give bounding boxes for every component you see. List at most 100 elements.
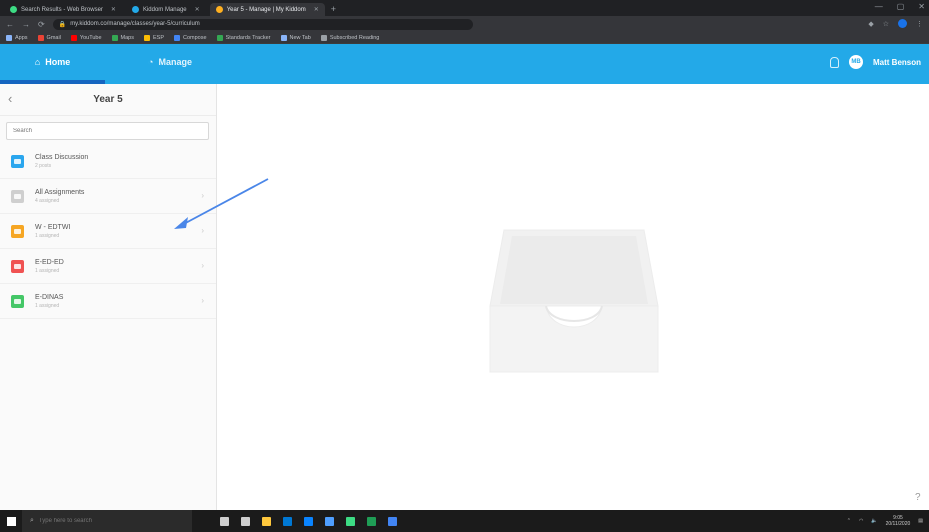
network-icon[interactable]: ◠ bbox=[859, 518, 863, 524]
tab-label: Year 5 - Manage | My Kiddom bbox=[226, 6, 306, 13]
bookmark-label: Apps bbox=[15, 34, 28, 41]
extension-icon[interactable]: ◆ bbox=[868, 20, 873, 28]
taskbar-app-icon[interactable] bbox=[388, 516, 397, 526]
tray-chevron-icon[interactable]: ⌃ bbox=[847, 518, 851, 524]
list-item[interactable]: W - EDTWI 1 assigned › bbox=[0, 214, 216, 249]
list-item-subtitle: 1 assigned bbox=[35, 232, 60, 239]
bookmark-label: Compose bbox=[183, 34, 207, 41]
taskbar-app-icon[interactable] bbox=[325, 516, 334, 526]
tab-favicon-icon bbox=[215, 6, 223, 13]
list-item-text: All Assignments 4 assigned bbox=[35, 189, 84, 204]
tab-favicon-icon bbox=[131, 6, 139, 13]
bookmark-item[interactable]: Maps bbox=[111, 34, 134, 41]
clock[interactable]: 9:05 20/11/2020 bbox=[886, 515, 911, 527]
bookmark-item[interactable]: Gmail bbox=[37, 34, 61, 41]
taskbar-search-input[interactable] bbox=[38, 518, 179, 524]
address-url: my.kiddom.co/manage/classes/year-5/curri… bbox=[70, 21, 200, 27]
bookmark-favicon-icon bbox=[280, 34, 287, 41]
list-item-title: All Assignments bbox=[35, 188, 85, 196]
minimize-icon[interactable]: — bbox=[875, 2, 883, 11]
list-item[interactable]: All Assignments 4 assigned › bbox=[0, 179, 216, 214]
list-item-subtitle: 1 assigned bbox=[35, 267, 60, 274]
taskbar-app-icon[interactable] bbox=[262, 516, 271, 526]
bookmark-favicon-icon bbox=[216, 34, 223, 41]
close-icon[interactable]: ✕ bbox=[111, 6, 116, 13]
tab-favicon-icon bbox=[10, 6, 17, 13]
bookmark-favicon-icon bbox=[111, 34, 118, 41]
volume-icon[interactable]: 🔈 bbox=[871, 518, 877, 524]
browser-tab-3[interactable]: Year 5 - Manage | My Kiddom ✕ bbox=[209, 3, 325, 16]
lock-icon: 🔒 bbox=[58, 21, 67, 28]
bookmark-item[interactable]: Subscribed Reading bbox=[320, 34, 380, 41]
sidebar-header: ‹ Year 5 bbox=[0, 84, 216, 116]
list-item-title: W - EDTWI bbox=[35, 223, 71, 231]
back-arrow-icon[interactable]: ← bbox=[6, 20, 14, 29]
taskbar-app-icon[interactable] bbox=[367, 516, 376, 526]
help-icon[interactable]: ? bbox=[915, 492, 921, 503]
bookmark-item[interactable]: New Tab bbox=[280, 34, 311, 41]
search-input[interactable] bbox=[13, 128, 193, 134]
browser-tab-strip: Search Results - Web Browser ✕ Kiddom Ma… bbox=[0, 0, 929, 16]
reload-icon[interactable]: ⟳ bbox=[38, 20, 45, 29]
close-window-icon[interactable]: ✕ bbox=[918, 2, 925, 11]
clock-date: 20/11/2020 bbox=[885, 521, 911, 527]
list-item-text: E-DINAS 1 assigned bbox=[35, 294, 63, 309]
search-icon: ⌕ bbox=[30, 517, 34, 524]
bookmark-label: Gmail bbox=[46, 34, 61, 41]
close-icon[interactable]: ✕ bbox=[195, 6, 200, 13]
taskbar-app-icon[interactable] bbox=[304, 516, 313, 526]
folder-icon bbox=[11, 224, 24, 238]
taskbar-app-icon[interactable] bbox=[346, 516, 355, 526]
nav-home-tab[interactable]: ⌂ Home bbox=[0, 44, 105, 80]
folder-icon bbox=[11, 154, 24, 168]
list-item-title: Class Discussion bbox=[35, 153, 89, 161]
browser-tab-2[interactable]: Kiddom Manage ✕ bbox=[126, 3, 206, 16]
bookmark-item[interactable]: Apps bbox=[6, 34, 28, 41]
bookmark-favicon-icon bbox=[144, 34, 150, 41]
os-taskbar: ⌕ ⌃ ◠ 🔈 9:05 20/11/2020 ▤ bbox=[0, 510, 929, 532]
bookmark-label: Subscribed Reading bbox=[329, 34, 380, 41]
list-item[interactable]: E-DINAS 1 assigned › bbox=[0, 284, 216, 319]
bookmark-label: ESP bbox=[153, 34, 165, 41]
sidebar-title: Year 5 bbox=[93, 94, 123, 105]
bookmark-item[interactable]: Compose bbox=[174, 34, 207, 41]
list-item-text: E-ED-ED 1 assigned bbox=[35, 259, 64, 274]
star-icon[interactable]: ☆ bbox=[883, 20, 889, 28]
chevron-right-icon: › bbox=[201, 191, 204, 200]
close-icon[interactable]: ✕ bbox=[314, 6, 319, 13]
menu-dots-icon[interactable]: ⋮ bbox=[916, 20, 923, 28]
sidebar-search[interactable] bbox=[6, 122, 209, 140]
nav-manage-tab[interactable]: ◔ Manage bbox=[125, 44, 215, 80]
windows-start-icon[interactable] bbox=[0, 510, 22, 532]
nav-home-label: Home bbox=[45, 57, 71, 67]
avatar[interactable]: MB bbox=[849, 55, 863, 69]
profile-avatar-icon[interactable] bbox=[898, 19, 907, 28]
list-item[interactable]: Class Discussion 2 posts bbox=[0, 144, 216, 179]
notifications-icon[interactable]: ▤ bbox=[918, 518, 923, 524]
taskbar-search[interactable]: ⌕ bbox=[22, 510, 192, 532]
new-tab-icon[interactable]: + bbox=[331, 3, 336, 16]
address-bar[interactable]: 🔒 my.kiddom.co/manage/classes/year-5/cur… bbox=[52, 18, 473, 30]
list-item[interactable]: E-ED-ED 1 assigned › bbox=[0, 249, 216, 284]
forward-arrow-icon[interactable]: → bbox=[22, 20, 30, 29]
taskbar-app-icon[interactable] bbox=[220, 516, 229, 526]
browser-tab-1[interactable]: Search Results - Web Browser ✕ bbox=[4, 3, 122, 16]
taskbar-app-icon[interactable] bbox=[283, 516, 292, 526]
folder-icon bbox=[11, 294, 24, 308]
maximize-icon[interactable]: ▢ bbox=[897, 2, 905, 11]
taskbar-app-icon[interactable] bbox=[241, 516, 250, 526]
user-name[interactable]: Matt Benson bbox=[873, 58, 921, 67]
bookmark-favicon-icon bbox=[6, 34, 12, 41]
back-chevron-icon[interactable]: ‹ bbox=[8, 92, 12, 105]
notification-bell-icon[interactable] bbox=[830, 56, 839, 68]
chevron-right-icon: › bbox=[201, 226, 204, 235]
bookmark-favicon-icon bbox=[37, 34, 44, 41]
window-controls: — ▢ ✕ bbox=[875, 2, 925, 11]
home-icon: ⌂ bbox=[34, 57, 41, 67]
bookmark-item[interactable]: YouTube bbox=[70, 34, 102, 41]
empty-inbox-icon bbox=[489, 229, 659, 373]
bookmark-item[interactable]: ESP bbox=[144, 34, 165, 41]
bookmark-item[interactable]: Standards Tracker bbox=[216, 34, 271, 41]
bookmark-favicon-icon bbox=[70, 34, 77, 41]
manage-icon: ◔ bbox=[148, 57, 154, 67]
